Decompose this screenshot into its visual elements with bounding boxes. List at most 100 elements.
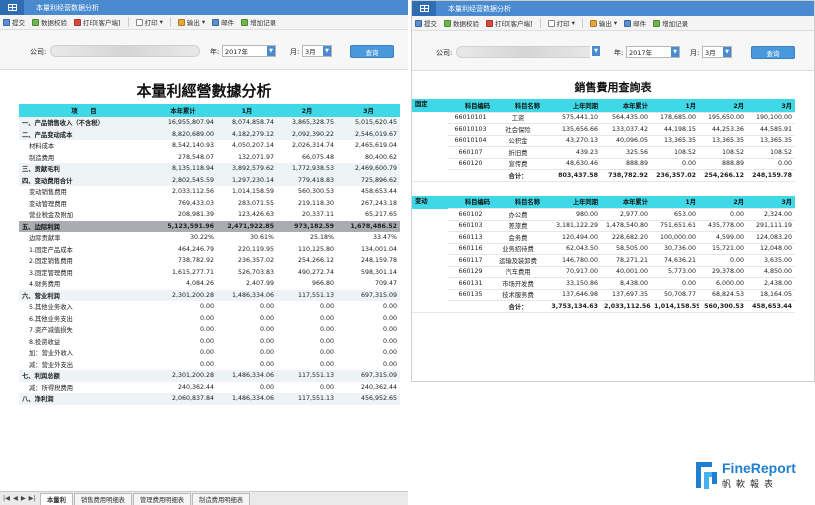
value-cell: 66,075.48 <box>301 153 334 161</box>
value-cell: 15,721.00 <box>699 243 747 255</box>
code-cell: 66010104 <box>448 135 493 147</box>
month-select[interactable]: 3月 ▼ <box>302 45 332 57</box>
total-value: 803,437.58 <box>543 169 601 182</box>
print-button[interactable]: 打印 ▾ <box>547 18 575 28</box>
export-icon <box>177 18 185 26</box>
sheet-tab-cvp[interactable]: 本量利 <box>40 493 73 505</box>
table-row: 五、边际利润 5,123,591.96 2,471,922.85 973,182.59… <box>19 220 400 232</box>
value-cell: 20,337.11 <box>301 211 334 219</box>
header-cell: 本年累计 <box>601 99 651 113</box>
total-value: 254,266.12 <box>699 169 747 182</box>
row-label: 8.投资收益 <box>29 338 61 346</box>
month-label: 月: <box>690 49 700 57</box>
value-cell: 2,546,019.67 <box>337 128 400 140</box>
add-record-button[interactable]: 增加记录 <box>653 18 688 28</box>
row-label: 材料成本 <box>29 143 55 151</box>
value-cell: 980.00 <box>543 208 601 221</box>
value-cell: 58,505.00 <box>601 243 651 255</box>
total-value: 1,014,158.59 <box>651 300 699 313</box>
value-cell: 0.00 <box>199 360 214 368</box>
value-cell: 30,736.00 <box>651 243 699 255</box>
row-label: 减：营业外支出 <box>29 361 74 369</box>
value-cell: 74,636.21 <box>651 254 699 267</box>
value-cell: 751,651.61 <box>651 220 699 232</box>
code-cell: 660103 <box>448 220 493 232</box>
company-field-redacted[interactable] <box>50 45 200 57</box>
company-dropdown[interactable]: ▼ <box>590 46 600 58</box>
company-label: 公司: <box>436 49 453 57</box>
cvp-table-header: 项 目 本年累计 1月 2月 3月 <box>19 104 400 117</box>
query-button[interactable]: 查询 <box>751 46 795 59</box>
header-cell: 项 目 <box>19 104 149 117</box>
validate-button[interactable]: 数据校验 <box>32 17 67 27</box>
value-cell: 1,678,486.52 <box>337 220 400 232</box>
grid-menu-icon[interactable] <box>0 0 24 15</box>
row-label: 制造费用 <box>29 154 55 162</box>
value-cell: 564,435.00 <box>601 112 651 124</box>
header-cell: 2月 <box>277 104 337 117</box>
value-cell: 240,362.44 <box>360 383 397 391</box>
sheet-nav[interactable]: |◀ ◀ ▶ ▶| <box>0 492 40 505</box>
table-header: 变动 科目编码 科目名称 上年同期 本年累计 1月 2月 3月 <box>412 195 795 209</box>
value-cell: 135,656.66 <box>543 123 601 136</box>
export-button[interactable]: 输出 ▾ <box>177 17 205 27</box>
submit-button[interactable]: 提交 <box>415 18 437 28</box>
month-select[interactable]: 3月 ▼ <box>702 46 732 58</box>
value-cell: 0.00 <box>259 303 274 311</box>
sheet-tab-sales-expense[interactable]: 销售费用明细表 <box>73 493 132 505</box>
value-cell: 134,001.04 <box>360 245 397 253</box>
left-toolbar: 提交 数据校验 打印[客户端] 打印 ▾ 输出 ▾ 邮件 增加记录 <box>0 15 408 30</box>
row-label: 六、营业利润 <box>19 289 149 301</box>
name-cell: 公积金 <box>493 135 543 147</box>
value-cell: 3,865,328.75 <box>277 117 337 129</box>
submit-button[interactable]: 提交 <box>3 17 25 27</box>
row-label: 五、边际利润 <box>19 220 149 232</box>
validate-button[interactable]: 数据校验 <box>444 18 479 28</box>
validate-icon <box>444 19 451 27</box>
year-select[interactable]: 2017年 ▼ <box>222 45 276 57</box>
value-cell: 5,123,591.96 <box>149 220 217 232</box>
value-cell: 0.00 <box>259 326 274 334</box>
total-value: 738,782.92 <box>601 169 651 182</box>
value-cell: 0.00 <box>199 314 214 322</box>
print-client-button[interactable]: 打印[客户端] <box>486 18 533 28</box>
total-value: 3,753,134.63 <box>543 300 601 313</box>
row-label: 变动销售费用 <box>29 189 67 197</box>
grid-menu-icon[interactable] <box>412 1 436 16</box>
row-label: 变动管理费用 <box>29 200 67 208</box>
value-cell: 0.00 <box>199 326 214 334</box>
add-record-icon <box>653 19 661 27</box>
value-cell: 13,365.35 <box>651 135 699 147</box>
header-cell: 3月 <box>337 104 400 117</box>
value-cell: 697,315.09 <box>337 289 400 301</box>
value-cell: 1,615,277.71 <box>171 268 214 276</box>
query-button[interactable]: 查询 <box>350 45 394 58</box>
value-cell: 108.52 <box>699 146 747 159</box>
sheet-tab-mfg-expense[interactable]: 制造费用明细表 <box>192 493 251 505</box>
value-cell: 697,315.09 <box>337 370 400 382</box>
sheet-tab-admin-expense[interactable]: 管理费用明细表 <box>132 493 192 505</box>
table-row: 660117 运输及装卸费 146,780.00 78,271.21 74,636.21… <box>412 254 795 267</box>
next-sheet-icon: ▶ <box>20 495 26 502</box>
year-select[interactable]: 2017年 ▼ <box>626 46 680 58</box>
email-button[interactable]: 邮件 <box>212 17 234 27</box>
value-cell: 50,708.77 <box>651 289 699 301</box>
print-button[interactable]: 打印 ▾ <box>135 17 163 27</box>
total-value: 248,159.78 <box>747 169 795 182</box>
export-button[interactable]: 输出 ▾ <box>589 18 617 28</box>
print-client-button[interactable]: 打印[客户端] <box>74 17 121 27</box>
value-cell: 80,400.62 <box>364 153 397 161</box>
email-button[interactable]: 邮件 <box>624 18 646 28</box>
company-field-redacted[interactable] <box>456 46 596 58</box>
table-row: 制造费用 278,548.07 132,071.97 66,075.48 80,400.… <box>19 152 400 164</box>
chevron-down-icon: ▼ <box>592 46 600 56</box>
table-row: 7.资产减值损失 0.00 0.00 0.00 0.00 <box>19 324 400 336</box>
code-cell: 660117 <box>448 254 493 267</box>
add-record-button[interactable]: 增加记录 <box>241 17 276 27</box>
value-cell: 2,026,314.74 <box>291 142 334 150</box>
header-cell: 上年同期 <box>543 99 601 113</box>
name-cell: 工资 <box>493 112 543 124</box>
value-cell: 25.18% <box>309 234 334 242</box>
value-cell: 30.22% <box>189 234 214 242</box>
value-cell: 44,198.15 <box>651 123 699 136</box>
